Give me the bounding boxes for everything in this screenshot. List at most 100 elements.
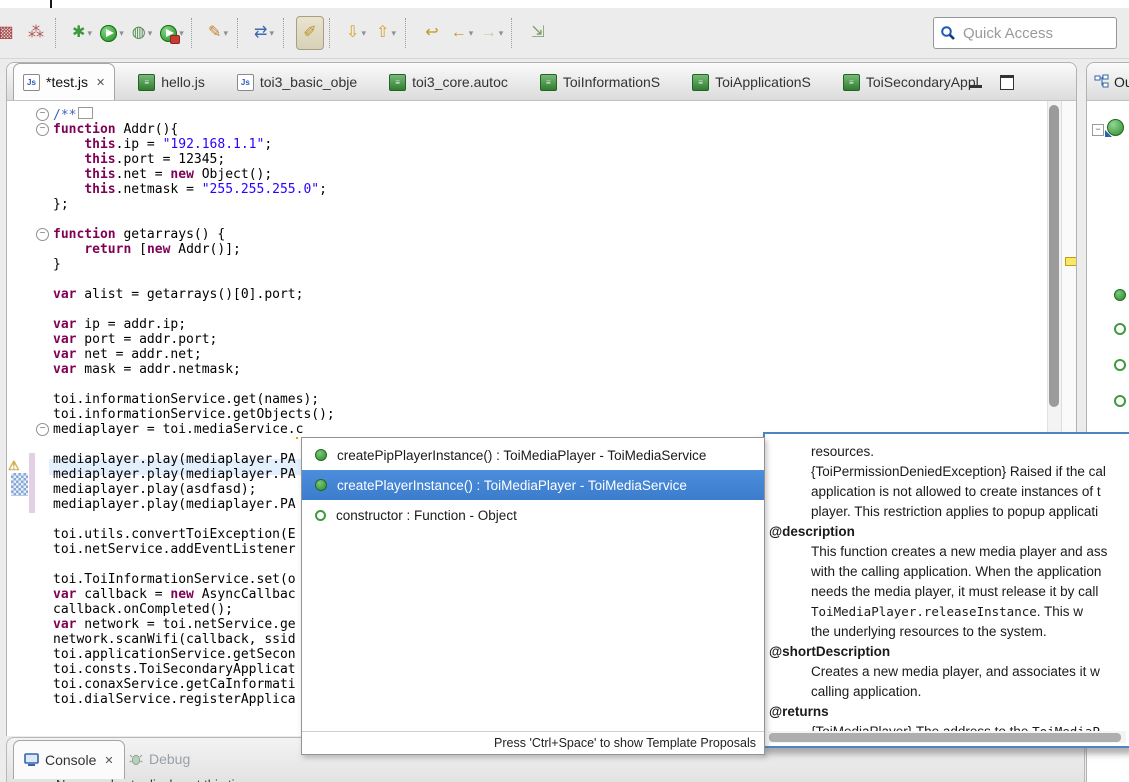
link-with-editor-button[interactable]: ⇲ bbox=[524, 16, 552, 50]
close-icon[interactable]: ✕ bbox=[104, 754, 113, 767]
class-icon[interactable] bbox=[1107, 119, 1124, 136]
last-edit-location-button[interactable]: ↩ bbox=[418, 16, 446, 50]
tab-hello-js[interactable]: ≡hello.js bbox=[129, 64, 214, 100]
code-line[interactable]: return [new Addr()]; bbox=[53, 242, 241, 257]
method-default-icon[interactable] bbox=[1114, 395, 1126, 407]
code-line[interactable]: mediaplayer.play(mediaplayer.PA bbox=[53, 452, 296, 467]
doc-tag: @description bbox=[769, 522, 855, 542]
next-annotation-button[interactable]: ⇩▾ bbox=[342, 16, 370, 50]
tab-toi3-basic-obje[interactable]: Jstoi3_basic_obje bbox=[228, 64, 366, 100]
code-line[interactable]: var ip = addr.ip; bbox=[53, 317, 186, 332]
code-line[interactable]: this.port = 12345; bbox=[53, 152, 225, 167]
highlighter-button[interactable]: ✐ bbox=[296, 16, 324, 50]
code-line[interactable]: network.scanWifi(callback, ssid bbox=[53, 632, 296, 647]
checkered-grid-button[interactable]: ▩ bbox=[0, 16, 20, 50]
fold-collapse-icon[interactable]: − bbox=[36, 228, 49, 241]
code-line[interactable]: this.net = new Object(); bbox=[53, 167, 272, 182]
js-lib-icon: ≡ bbox=[138, 74, 155, 91]
method-default-icon[interactable] bbox=[1114, 323, 1126, 335]
back-button[interactable]: ←▾ bbox=[448, 16, 476, 50]
code-line[interactable]: var network = toi.netService.ge bbox=[53, 617, 296, 632]
convert-module-icon: ⇄ bbox=[254, 25, 267, 41]
completion-item[interactable]: createPlayerInstance() : ToiMediaPlayer … bbox=[302, 470, 764, 500]
tab-toiinformations[interactable]: ≡ToiInformationS bbox=[531, 64, 669, 100]
code-line[interactable]: toi.consts.ToiSecondaryApplicat bbox=[53, 662, 296, 677]
tab--test-js[interactable]: Js*test.js✕ bbox=[13, 63, 115, 100]
console-icon bbox=[24, 753, 39, 767]
code-line[interactable]: } bbox=[53, 257, 61, 272]
code-line[interactable]: function getarrays() { bbox=[53, 227, 225, 242]
coverage-button[interactable]: ◍▾ bbox=[128, 16, 156, 50]
method-default-icon[interactable] bbox=[1114, 359, 1126, 371]
completion-item[interactable]: constructor : Function - Object bbox=[302, 500, 764, 530]
code-line[interactable]: toi.utils.convertToiException(E bbox=[53, 527, 296, 542]
doc-scrollbar-track[interactable] bbox=[768, 731, 1126, 743]
annotation-range-marker bbox=[11, 473, 28, 496]
doc-text: needs the media player, it must release … bbox=[811, 582, 1098, 602]
method-public-icon[interactable] bbox=[1114, 289, 1126, 301]
code-line[interactable]: function Addr(){ bbox=[53, 122, 178, 137]
code-line[interactable]: var net = addr.net; bbox=[53, 347, 202, 362]
code-line[interactable]: toi.informationService.get(names); bbox=[53, 392, 319, 407]
quick-access-input[interactable] bbox=[961, 24, 1085, 43]
code-line[interactable]: callback.onCompleted(); bbox=[53, 602, 233, 617]
fold-collapse-icon[interactable]: − bbox=[36, 423, 49, 436]
doc-scrollbar-thumb[interactable] bbox=[769, 733, 1121, 742]
forward-button[interactable]: →▾ bbox=[478, 16, 506, 50]
code-line[interactable]: mediaplayer = toi.mediaService.c bbox=[53, 422, 303, 437]
tab-label: ToiInformationS bbox=[563, 74, 660, 90]
code-line[interactable]: this.ip = "192.168.1.1"; bbox=[53, 137, 272, 152]
code-line[interactable]: toi.ToiInformationService.set(o bbox=[53, 572, 296, 587]
pen-button[interactable]: ✎▾ bbox=[204, 16, 232, 50]
close-icon[interactable]: ✕ bbox=[96, 76, 105, 89]
code-line[interactable]: toi.informationService.getObjects(); bbox=[53, 407, 335, 422]
tab-toisecondaryappl[interactable]: ≡ToiSecondaryAppl bbox=[834, 64, 988, 100]
code-line[interactable]: var callback = new AsyncCallbac bbox=[53, 587, 296, 602]
profile-pin-button[interactable]: ⁂ bbox=[22, 16, 50, 50]
fold-collapse-icon[interactable]: − bbox=[36, 108, 49, 121]
code-line[interactable]: toi.applicationService.getSecon bbox=[53, 647, 296, 662]
quick-access-box[interactable] bbox=[933, 17, 1117, 49]
back-icon: ← bbox=[451, 25, 467, 41]
doc-text: calling application. bbox=[811, 682, 921, 702]
convert-module-button[interactable]: ⇄▾ bbox=[250, 16, 278, 50]
tab-console[interactable]: Console ✕ bbox=[13, 740, 125, 779]
vertical-scrollbar-thumb[interactable] bbox=[1049, 105, 1059, 407]
outline-tab[interactable]: Outline bbox=[1087, 63, 1129, 101]
maximize-icon[interactable] bbox=[1000, 75, 1014, 90]
tab-toiapplications[interactable]: ≡ToiApplicationS bbox=[683, 64, 820, 100]
code-line[interactable]: mediaplayer.play(asdfasd); bbox=[53, 482, 257, 497]
collapsed-text-icon[interactable] bbox=[78, 107, 93, 119]
code-line[interactable]: }; bbox=[53, 197, 69, 212]
code-line[interactable]: toi.conaxService.getCaInformati bbox=[53, 677, 296, 692]
debug-button[interactable]: ✱▾ bbox=[68, 16, 96, 50]
run-button[interactable]: ▾ bbox=[98, 16, 126, 50]
method-public-icon bbox=[315, 479, 327, 491]
completion-item[interactable]: createPipPlayerInstance() : ToiMediaPlay… bbox=[302, 440, 764, 470]
code-line[interactable]: toi.netService.addEventListener bbox=[53, 542, 296, 557]
previous-annotation-button[interactable]: ⇧▾ bbox=[372, 16, 400, 50]
run-external-button[interactable]: ▾ bbox=[158, 16, 186, 50]
fold-collapse-icon[interactable]: − bbox=[36, 123, 49, 136]
minimize-icon[interactable] bbox=[970, 85, 982, 88]
run-icon bbox=[100, 25, 117, 42]
code-line[interactable]: var port = addr.port; bbox=[53, 332, 217, 347]
doc-text: {ToiPermissionDeniedException} Raised if… bbox=[811, 462, 1106, 482]
code-line[interactable]: toi.dialService.registerApplica bbox=[53, 692, 296, 707]
tree-expander-icon[interactable]: − bbox=[1092, 124, 1104, 136]
code-line[interactable]: var mask = addr.netmask; bbox=[53, 362, 241, 377]
warning-icon[interactable] bbox=[8, 458, 24, 473]
js-lib-icon: ≡ bbox=[843, 74, 860, 91]
code-line[interactable]: var alist = getarrays()[0].port; bbox=[53, 287, 303, 302]
code-line[interactable]: this.netmask = "255.255.255.0"; bbox=[53, 182, 327, 197]
code-line[interactable]: /** bbox=[53, 107, 93, 122]
overview-warning-marker[interactable] bbox=[1065, 257, 1076, 266]
code-line[interactable]: mediaplayer.play(mediaplayer.PA bbox=[53, 497, 296, 512]
toolbar-separator bbox=[237, 18, 244, 48]
tab-debug-label: Debug bbox=[149, 751, 190, 767]
tab-toi3-core-autoc[interactable]: ≡toi3_core.autoc bbox=[380, 64, 517, 100]
tab-debug[interactable]: Debug bbox=[119, 740, 200, 778]
run-external-icon bbox=[160, 25, 177, 42]
chevron-down-icon: ▾ bbox=[87, 28, 92, 39]
code-line[interactable]: mediaplayer.play(mediaplayer.PA bbox=[53, 467, 296, 482]
